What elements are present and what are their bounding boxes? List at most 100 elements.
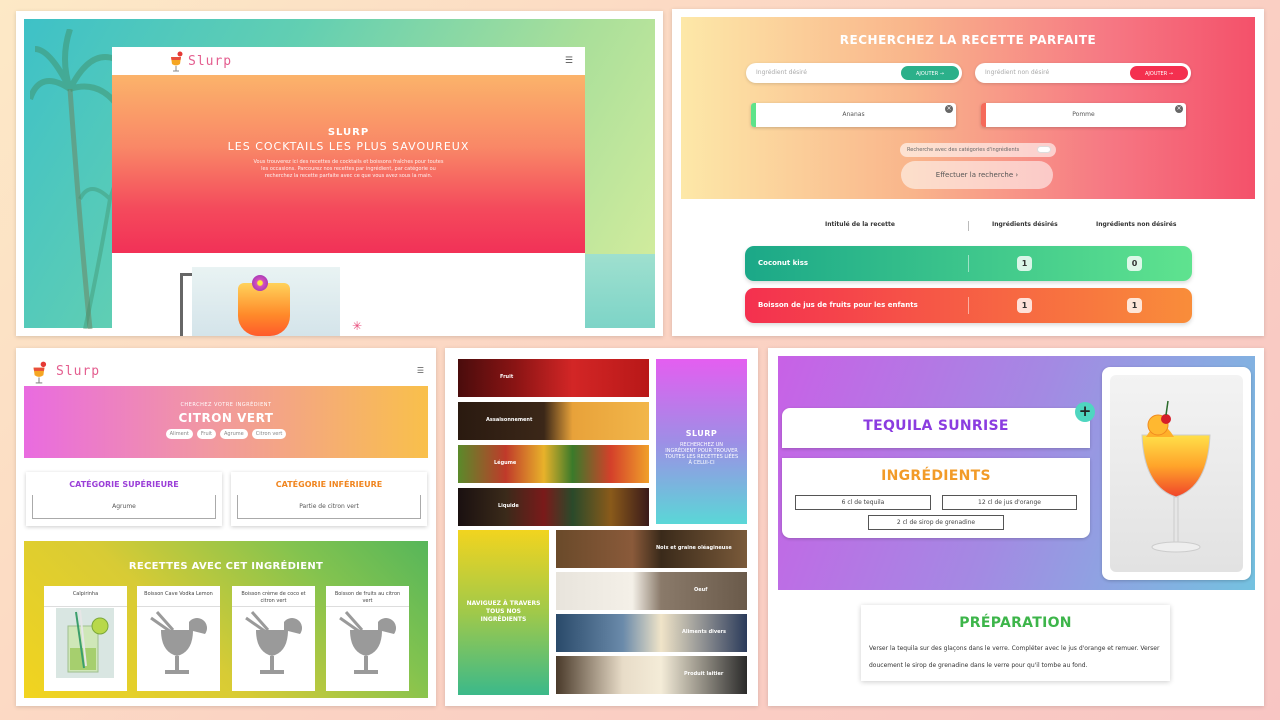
breadcrumb-chip[interactable]: Aliment [165,429,193,439]
sparkle-icon: ✳ [352,319,363,333]
category-tile-noix[interactable]: Noix et graine oléagineuse [556,530,747,568]
recipe-screenshot: TEQUILA SUNRISE + INGRÉDIENTS 6 cl de te… [768,348,1264,706]
submit-search-button[interactable]: Effectuer la recherche › [901,161,1053,189]
category-tile-assaisonnement[interactable]: Assaisonnement [458,402,649,440]
ingredients-title: INGRÉDIENTS [881,468,991,484]
unwanted-tag-label: Pomme [1072,111,1095,118]
recipe-card[interactable]: Boisson de fruits au citron vert [326,586,409,691]
cocktail-logo-icon[interactable] [168,50,184,72]
palm-tree-image [30,29,120,329]
wanted-ingredient-field[interactable]: Ingrédient désiré AJOUTER → [746,63,962,83]
recipe-card[interactable]: Boisson crème de coco et citron vert [232,586,315,691]
beach-background: Slurp ☰ SLURP LES COCKTAILS LES PLUS SAV… [24,19,655,336]
category-inf-value[interactable]: Partie de citron vert [237,495,421,519]
category-label: Produit laitier [684,671,724,677]
unwanted-ingredient-field[interactable]: Ingrédient non désiré AJOUTER → [975,63,1191,83]
category-search-label: Recherche avec des catégories d'ingrédie… [907,147,1020,153]
recipes-section: RECETTES AVEC CET INGRÉDIENT Caïpirinha … [24,541,428,698]
col-unwanted-header: Ingrédients non désirés [1096,221,1177,228]
cocktail-placeholder-icon [339,611,396,674]
recipe-photo-frame [1102,367,1251,580]
hero-subtitle: LES COCKTAILS LES PLUS SAVOUREUX [227,140,470,153]
preparation-text: Verser la tequila sur des glaçons dans l… [869,645,1160,669]
row-divider [968,297,969,314]
logo-text[interactable]: Slurp [56,364,100,379]
category-inf-box: CATÉGORIE INFÉRIEURE Partie de citron ve… [231,472,427,526]
recipe-card-title: Boisson crème de coco et citron vert [232,591,315,607]
remove-unwanted-tag-icon[interactable]: × [1175,105,1183,113]
hamburger-icon[interactable]: ☰ [565,56,573,66]
ingredients-box: INGRÉDIENTS 6 cl de tequila 12 cl de jus… [782,458,1090,538]
home-screenshot: Slurp ☰ SLURP LES COCKTAILS LES PLUS SAV… [16,11,663,336]
result-name: Coconut kiss [758,259,809,267]
plus-icon[interactable]: + [1075,402,1095,422]
hamburger-icon[interactable]: ☰ [417,366,424,375]
col-recipe-header: Intitulé de la recette [825,221,895,228]
hero-banner: SLURP LES COCKTAILS LES PLUS SAVOUREUX V… [112,75,585,253]
preparation-box: PRÉPARATION Verser la tequila sur des gl… [861,605,1170,681]
category-inf-title: CATÉGORIE INFÉRIEURE [275,480,383,489]
ingredient-item[interactable]: 2 cl de sirop de grenadine [868,515,1004,530]
category-tile-fruit[interactable]: Fruit [458,359,649,397]
category-search-option: Recherche avec des catégories d'ingrédie… [900,143,1056,157]
wanted-ingredient-placeholder: Ingrédient désiré [756,69,807,76]
recipe-title: TEQUILA SUNRISE [863,418,1009,434]
category-tile-legume[interactable]: Légume [458,445,649,483]
result-wanted-count: 1 [1017,256,1032,271]
category-tile-oeuf[interactable]: Oeuf [556,572,747,610]
categories-nav-box: NAVIGUEZ À TRAVERS TOUS NOS INGRÉDIENTS [458,530,549,695]
result-row[interactable]: Boisson de jus de fruits pour les enfant… [745,288,1192,323]
preparation-title: PRÉPARATION [959,615,1072,631]
result-unwanted-count: 1 [1127,298,1142,313]
category-tile-liquide[interactable]: Liquide [458,488,649,526]
logo-text[interactable]: Slurp [188,54,232,69]
breadcrumb-chip[interactable]: Agrume [219,429,248,439]
add-unwanted-button[interactable]: AJOUTER → [1129,65,1189,81]
remove-wanted-tag-icon[interactable]: × [945,105,953,113]
breadcrumb-chip[interactable]: Citron vert [251,429,287,439]
banner-subtitle: CHERCHEZ VOTRE INGRÉDIENT [180,402,272,408]
navbar: Slurp ☰ [112,47,585,75]
recipe-card-title: Boisson Cave Vodka Lemon [137,591,220,607]
categories-nav-text: NAVIGUEZ À TRAVERS TOUS NOS INGRÉDIENTS [466,600,541,623]
cocktail-placeholder-icon [150,611,207,674]
recipe-card[interactable]: Boisson Cave Vodka Lemon [137,586,220,691]
category-label: Noix et graine oléagineuse [656,545,732,551]
category-tile-produit-laitier[interactable]: Produit laitier [556,656,747,694]
breadcrumb: Aliment Fruit Agrume Citron vert [24,429,428,439]
category-tile-aliments-divers[interactable]: Aliments divers [556,614,747,652]
add-wanted-button[interactable]: AJOUTER → [900,65,960,81]
category-search-toggle[interactable] [1037,146,1051,153]
search-header: RECHERCHEZ LA RECETTE PARFAITE Ingrédien… [681,17,1255,199]
caipirinha-photo [56,608,114,678]
orange-drink-image [238,283,290,336]
header-divider [968,221,969,231]
recipes-title: RECETTES AVEC CET INGRÉDIENT [128,561,324,572]
wanted-tag-label: Ananas [842,111,865,118]
tequila-sunrise-image [1141,400,1211,553]
result-row[interactable]: Coconut kiss 1 0 [745,246,1192,281]
ingredient-item[interactable]: 6 cl de tequila [795,495,931,510]
breadcrumb-chip[interactable]: Fruit [196,429,216,439]
result-wanted-count: 1 [1017,298,1032,313]
site-preview: Slurp ☰ SLURP LES COCKTAILS LES PLUS SAV… [112,47,585,336]
category-label: Oeuf [694,587,708,593]
wanted-tag: Ananas × [751,103,956,127]
result-name: Boisson de jus de fruits pour les enfant… [758,301,918,309]
category-label: Assaisonnement [486,417,533,423]
recipe-card[interactable]: Caïpirinha [44,586,127,691]
ingredient-screenshot: Slurp ☰ CHERCHEZ VOTRE INGRÉDIENT CITRON… [16,348,436,706]
sea-image [575,254,655,328]
ingredient-banner: CHERCHEZ VOTRE INGRÉDIENT CITRON VERT Al… [24,386,428,458]
category-sup-value[interactable]: Agrume [32,495,216,519]
tequila-sunrise-photo [1110,375,1243,572]
search-screenshot: RECHERCHEZ LA RECETTE PARFAITE Ingrédien… [672,9,1264,336]
categories-info-title: SLURP [685,429,718,438]
categories-info-text: RECHERCHEZ UN INGRÉDIENT POUR TROUVER TO… [664,442,739,466]
cocktail-logo-icon[interactable] [30,360,48,384]
category-label: Aliments divers [682,629,726,635]
recipe-title-box: TEQUILA SUNRISE [782,408,1090,448]
category-sup-box: CATÉGORIE SUPÉRIEURE Agrume [26,472,222,526]
recipe-card-title: Caïpirinha [44,591,127,607]
ingredient-item[interactable]: 12 cl de jus d'orange [942,495,1077,510]
